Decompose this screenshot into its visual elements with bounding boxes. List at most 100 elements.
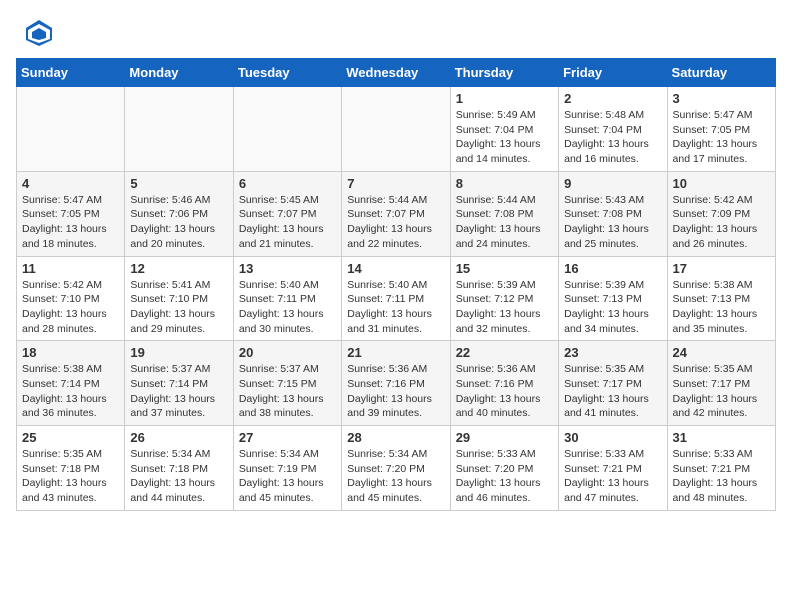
weekday-header-thursday: Thursday <box>450 59 558 87</box>
calendar-cell: 25 Sunrise: 5:35 AM Sunset: 7:18 PM Dayli… <box>17 426 125 511</box>
day-info: Sunrise: 5:38 AM Sunset: 7:13 PM Dayligh… <box>673 278 770 337</box>
day-info: Sunrise: 5:36 AM Sunset: 7:16 PM Dayligh… <box>347 362 444 421</box>
day-info: Sunrise: 5:38 AM Sunset: 7:14 PM Dayligh… <box>22 362 119 421</box>
day-number: 24 <box>673 345 770 360</box>
calendar-week-2: 4 Sunrise: 5:47 AM Sunset: 7:05 PM Daylig… <box>17 171 776 256</box>
day-info: Sunrise: 5:35 AM Sunset: 7:18 PM Dayligh… <box>22 447 119 506</box>
day-info: Sunrise: 5:35 AM Sunset: 7:17 PM Dayligh… <box>673 362 770 421</box>
day-number: 26 <box>130 430 227 445</box>
day-number: 10 <box>673 176 770 191</box>
calendar-cell: 14 Sunrise: 5:40 AM Sunset: 7:11 PM Dayli… <box>342 256 450 341</box>
calendar-cell: 28 Sunrise: 5:34 AM Sunset: 7:20 PM Dayli… <box>342 426 450 511</box>
calendar-cell: 19Sunrise: 5:37 AM Sunset: 7:14 PM Dayli… <box>125 341 233 426</box>
logo-icon <box>24 18 54 48</box>
calendar-cell: 10 Sunrise: 5:42 AM Sunset: 7:09 PM Dayli… <box>667 171 775 256</box>
day-info: Sunrise: 5:37 AM Sunset: 7:15 PM Dayligh… <box>239 362 336 421</box>
day-info: Sunrise: 5:35 AM Sunset: 7:17 PM Dayligh… <box>564 362 661 421</box>
calendar-cell: 23 Sunrise: 5:35 AM Sunset: 7:17 PM Dayli… <box>559 341 667 426</box>
calendar-cell: 15 Sunrise: 5:39 AM Sunset: 7:12 PM Dayli… <box>450 256 558 341</box>
day-number: 4 <box>22 176 119 191</box>
day-number: 1 <box>456 91 553 106</box>
day-number: 9 <box>564 176 661 191</box>
day-info: Sunrise: 5:34 AM Sunset: 7:19 PM Dayligh… <box>239 447 336 506</box>
day-number: 19 <box>130 345 227 360</box>
calendar-cell: 22Sunrise: 5:36 AM Sunset: 7:16 PM Dayli… <box>450 341 558 426</box>
weekday-header-friday: Friday <box>559 59 667 87</box>
calendar-week-1: 1 Sunrise: 5:49 AM Sunset: 7:04 PM Daylig… <box>17 87 776 172</box>
day-info: Sunrise: 5:33 AM Sunset: 7:21 PM Dayligh… <box>673 447 770 506</box>
calendar-cell: 16 Sunrise: 5:39 AM Sunset: 7:13 PM Dayli… <box>559 256 667 341</box>
calendar-cell: 9 Sunrise: 5:43 AM Sunset: 7:08 PM Daylig… <box>559 171 667 256</box>
day-number: 25 <box>22 430 119 445</box>
day-number: 16 <box>564 261 661 276</box>
weekday-header-sunday: Sunday <box>17 59 125 87</box>
calendar-cell: 5Sunrise: 5:46 AM Sunset: 7:06 PM Daylig… <box>125 171 233 256</box>
calendar-cell: 12Sunrise: 5:41 AM Sunset: 7:10 PM Dayli… <box>125 256 233 341</box>
day-info: Sunrise: 5:42 AM Sunset: 7:10 PM Dayligh… <box>22 278 119 337</box>
weekday-header-wednesday: Wednesday <box>342 59 450 87</box>
calendar-cell <box>17 87 125 172</box>
calendar-week-3: 11 Sunrise: 5:42 AM Sunset: 7:10 PM Dayli… <box>17 256 776 341</box>
calendar-wrapper: SundayMondayTuesdayWednesdayThursdayFrid… <box>0 58 792 519</box>
day-number: 8 <box>456 176 553 191</box>
logo <box>24 18 58 48</box>
day-info: Sunrise: 5:34 AM Sunset: 7:20 PM Dayligh… <box>347 447 444 506</box>
day-info: Sunrise: 5:48 AM Sunset: 7:04 PM Dayligh… <box>564 108 661 167</box>
day-info: Sunrise: 5:49 AM Sunset: 7:04 PM Dayligh… <box>456 108 553 167</box>
calendar-cell: 11 Sunrise: 5:42 AM Sunset: 7:10 PM Dayli… <box>17 256 125 341</box>
calendar-cell: 18 Sunrise: 5:38 AM Sunset: 7:14 PM Dayli… <box>17 341 125 426</box>
day-info: Sunrise: 5:33 AM Sunset: 7:20 PM Dayligh… <box>456 447 553 506</box>
calendar-cell <box>125 87 233 172</box>
calendar-cell: 26 Sunrise: 5:34 AM Sunset: 7:18 PM Dayli… <box>125 426 233 511</box>
calendar-cell <box>342 87 450 172</box>
day-number: 15 <box>456 261 553 276</box>
weekday-header-tuesday: Tuesday <box>233 59 341 87</box>
day-number: 13 <box>239 261 336 276</box>
calendar-cell: 21 Sunrise: 5:36 AM Sunset: 7:16 PM Dayli… <box>342 341 450 426</box>
calendar-cell: 4 Sunrise: 5:47 AM Sunset: 7:05 PM Daylig… <box>17 171 125 256</box>
day-number: 11 <box>22 261 119 276</box>
day-number: 14 <box>347 261 444 276</box>
weekday-header-row: SundayMondayTuesdayWednesdayThursdayFrid… <box>17 59 776 87</box>
day-info: Sunrise: 5:47 AM Sunset: 7:05 PM Dayligh… <box>673 108 770 167</box>
calendar-cell: 29Sunrise: 5:33 AM Sunset: 7:20 PM Dayli… <box>450 426 558 511</box>
day-info: Sunrise: 5:39 AM Sunset: 7:12 PM Dayligh… <box>456 278 553 337</box>
day-number: 23 <box>564 345 661 360</box>
day-info: Sunrise: 5:42 AM Sunset: 7:09 PM Dayligh… <box>673 193 770 252</box>
day-number: 6 <box>239 176 336 191</box>
day-info: Sunrise: 5:33 AM Sunset: 7:21 PM Dayligh… <box>564 447 661 506</box>
day-info: Sunrise: 5:34 AM Sunset: 7:18 PM Dayligh… <box>130 447 227 506</box>
day-number: 17 <box>673 261 770 276</box>
calendar-cell: 13 Sunrise: 5:40 AM Sunset: 7:11 PM Dayli… <box>233 256 341 341</box>
day-number: 30 <box>564 430 661 445</box>
day-number: 20 <box>239 345 336 360</box>
day-info: Sunrise: 5:40 AM Sunset: 7:11 PM Dayligh… <box>239 278 336 337</box>
day-info: Sunrise: 5:45 AM Sunset: 7:07 PM Dayligh… <box>239 193 336 252</box>
calendar-week-5: 25 Sunrise: 5:35 AM Sunset: 7:18 PM Dayli… <box>17 426 776 511</box>
weekday-header-saturday: Saturday <box>667 59 775 87</box>
day-info: Sunrise: 5:43 AM Sunset: 7:08 PM Dayligh… <box>564 193 661 252</box>
calendar-cell: 17 Sunrise: 5:38 AM Sunset: 7:13 PM Dayli… <box>667 256 775 341</box>
calendar-cell: 8 Sunrise: 5:44 AM Sunset: 7:08 PM Daylig… <box>450 171 558 256</box>
weekday-header-monday: Monday <box>125 59 233 87</box>
day-number: 28 <box>347 430 444 445</box>
day-info: Sunrise: 5:47 AM Sunset: 7:05 PM Dayligh… <box>22 193 119 252</box>
day-number: 21 <box>347 345 444 360</box>
calendar-cell: 27 Sunrise: 5:34 AM Sunset: 7:19 PM Dayli… <box>233 426 341 511</box>
day-info: Sunrise: 5:44 AM Sunset: 7:07 PM Dayligh… <box>347 193 444 252</box>
day-info: Sunrise: 5:44 AM Sunset: 7:08 PM Dayligh… <box>456 193 553 252</box>
day-number: 31 <box>673 430 770 445</box>
day-info: Sunrise: 5:40 AM Sunset: 7:11 PM Dayligh… <box>347 278 444 337</box>
page-header <box>0 0 792 58</box>
calendar-cell: 30 Sunrise: 5:33 AM Sunset: 7:21 PM Dayli… <box>559 426 667 511</box>
calendar-cell: 1 Sunrise: 5:49 AM Sunset: 7:04 PM Daylig… <box>450 87 558 172</box>
day-number: 18 <box>22 345 119 360</box>
calendar-cell <box>233 87 341 172</box>
day-number: 22 <box>456 345 553 360</box>
day-number: 27 <box>239 430 336 445</box>
day-info: Sunrise: 5:39 AM Sunset: 7:13 PM Dayligh… <box>564 278 661 337</box>
day-number: 7 <box>347 176 444 191</box>
day-info: Sunrise: 5:46 AM Sunset: 7:06 PM Dayligh… <box>130 193 227 252</box>
calendar-cell: 31 Sunrise: 5:33 AM Sunset: 7:21 PM Dayli… <box>667 426 775 511</box>
calendar-cell: 2Sunrise: 5:48 AM Sunset: 7:04 PM Daylig… <box>559 87 667 172</box>
